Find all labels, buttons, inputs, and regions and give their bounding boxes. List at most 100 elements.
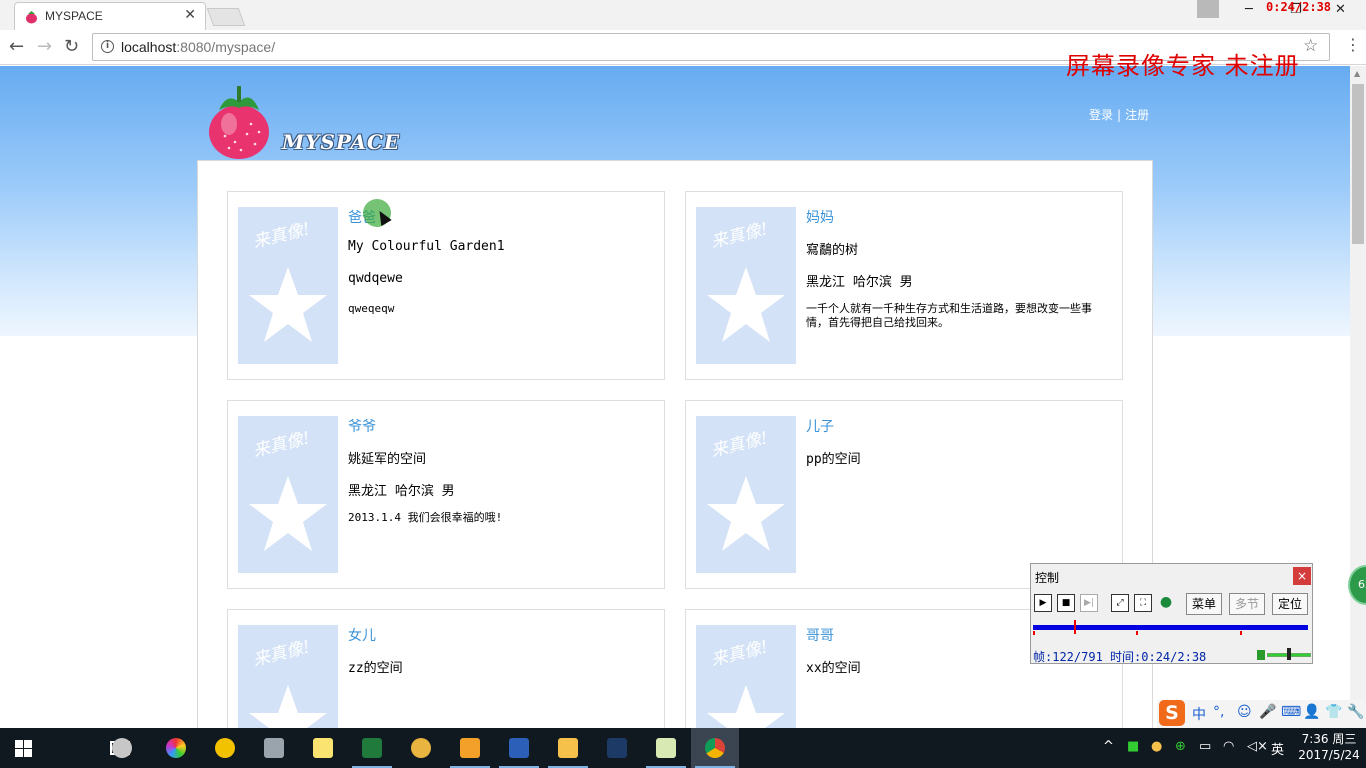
fullscreen-icon[interactable]: ⛶ [1134, 594, 1152, 612]
microphone-icon[interactable]: 🎤 [1259, 704, 1276, 720]
avatar[interactable]: 来真像! [696, 625, 796, 728]
tray-plus-icon[interactable]: ⊕ [1175, 739, 1186, 754]
wrench-icon[interactable]: 🔧 [1347, 704, 1364, 720]
section-mark [1240, 631, 1242, 635]
panel-close-icon[interactable]: × [1293, 567, 1311, 585]
taskbar-app[interactable] [348, 728, 396, 768]
close-window-icon[interactable]: ✕ [1335, 2, 1346, 17]
taskbar-app[interactable] [152, 728, 200, 768]
emoji-icon[interactable]: ☺ [1237, 704, 1252, 720]
page-scrollbar[interactable]: ▲ [1350, 66, 1366, 728]
card-name-link[interactable]: 哥哥 [806, 625, 834, 645]
profile-icon[interactable] [1197, 0, 1219, 18]
card-description: qweqeqw [348, 302, 395, 315]
arrow-right-icon[interactable]: → [37, 36, 52, 57]
chart-app-icon [656, 738, 676, 758]
scroll-up-icon[interactable]: ▲ [1354, 69, 1360, 78]
excel-icon [362, 738, 382, 758]
tray-app-icon[interactable]: ■ [1127, 739, 1139, 754]
qq-app-icon [411, 738, 431, 758]
ime-language[interactable]: 英 [1271, 739, 1284, 758]
tray-qq-icon[interactable]: ● [1151, 739, 1162, 754]
taskbar-app[interactable] [495, 728, 543, 768]
avatar-watermark: 来真像! [709, 219, 771, 253]
card-name-link[interactable]: 妈妈 [806, 207, 834, 227]
site-logo-text[interactable]: MYSPACE [282, 130, 400, 154]
info-icon[interactable]: i [101, 40, 114, 53]
taskbar-app[interactable] [201, 728, 249, 768]
stop-icon[interactable]: ■ [1057, 594, 1075, 612]
tab-close-icon[interactable]: ✕ [184, 7, 196, 23]
battery-icon[interactable]: ▭ [1199, 739, 1211, 754]
step-forward-icon[interactable]: ▶| [1080, 594, 1098, 612]
scroll-thumb[interactable] [1352, 84, 1364, 244]
kebab-menu-icon[interactable]: ⋮ [1345, 35, 1361, 54]
play-icon[interactable]: ▶ [1034, 594, 1052, 612]
playback-position[interactable] [1074, 620, 1076, 634]
taskbar-app[interactable] [642, 728, 690, 768]
keyboard-icon[interactable]: ⌨ [1281, 704, 1301, 720]
start-button[interactable] [0, 728, 48, 768]
reload-icon[interactable]: ↻ [64, 36, 79, 57]
taskbar-app[interactable] [446, 728, 494, 768]
user-icon[interactable]: 👤 [1303, 704, 1320, 720]
strawberry-favicon-icon [26, 11, 37, 24]
user-card: 来真像! 女儿 zz的空间 [227, 609, 665, 728]
star-badge-icon [249, 685, 327, 728]
fit-window-icon[interactable]: ⤢ [1111, 594, 1129, 612]
register-link[interactable]: 注册 [1125, 108, 1149, 122]
avatar[interactable]: 来真像! [238, 207, 338, 364]
task-view-button[interactable] [48, 728, 130, 768]
ime-punct[interactable]: °, [1213, 704, 1224, 720]
browser-tab[interactable]: MYSPACE ✕ [14, 2, 206, 30]
menu-button[interactable]: 菜单 [1186, 593, 1222, 615]
new-tab-button[interactable] [206, 8, 246, 26]
clock-time: 7:36 周三 [1301, 732, 1357, 746]
avatar-watermark: 来真像! [251, 428, 313, 462]
avatar[interactable]: 来真像! [696, 207, 796, 364]
taskbar-app[interactable] [593, 728, 641, 768]
minimize-icon[interactable]: ─ [1245, 2, 1253, 17]
tab-title: MYSPACE [45, 9, 103, 23]
wifi-icon[interactable]: ◠ [1223, 739, 1234, 754]
cursor-mode-icon[interactable]: ● [1157, 594, 1175, 612]
recording-timer: 0:24/2:38 [1266, 0, 1332, 14]
locate-button[interactable]: 定位 [1272, 593, 1308, 615]
avatar[interactable]: 来真像! [238, 416, 338, 573]
tray-chevron-icon[interactable]: ^ [1103, 739, 1114, 754]
speaker-icon[interactable] [1257, 650, 1265, 660]
ime-toolbar: S 中 °, ☺ 🎤 ⌨ 👤 👕 🔧 [1157, 700, 1366, 728]
recorder-control-panel: 控制 × ▶ ■ ▶| ⤢ ⛶ ● 菜单 多节 定位 帧:122/791 时间:… [1030, 563, 1313, 664]
card-name-link[interactable]: 儿子 [806, 416, 834, 436]
auth-separator: | [1117, 108, 1122, 122]
avatar[interactable]: 来真像! [696, 416, 796, 573]
taskbar-app[interactable] [250, 728, 298, 768]
card-name-link[interactable]: 女儿 [348, 625, 376, 645]
chrome-icon [705, 738, 725, 758]
taskbar-app[interactable] [544, 728, 592, 768]
volume-muted-icon[interactable]: ◁× [1247, 739, 1268, 754]
taskbar-app[interactable] [397, 728, 445, 768]
avatar[interactable]: 来真像! [238, 625, 338, 728]
login-link[interactable]: 登录 [1089, 108, 1113, 122]
user-card: 来真像! 爷爷 姚延军的空间 黑龙江 哈尔滨 男 2013.1.4 我们会很幸福… [227, 400, 665, 589]
card-title: pp的空间 [806, 452, 861, 467]
sticky-notes-icon [313, 738, 333, 758]
pinwheel-app-icon [112, 738, 132, 758]
sections-button[interactable]: 多节 [1229, 593, 1265, 615]
taskbar-app[interactable] [299, 728, 347, 768]
star-icon[interactable]: ☆ [1303, 36, 1318, 56]
volume-knob[interactable] [1287, 648, 1291, 660]
avatar-watermark: 来真像! [251, 219, 313, 253]
sogou-logo-icon[interactable]: S [1159, 700, 1185, 726]
url-text[interactable]: localhost:8080/myspace/ [121, 39, 275, 55]
taskbar-app[interactable] [98, 728, 146, 768]
system-clock[interactable]: 7:36 周三 2017/5/24 [1293, 731, 1365, 763]
skin-icon[interactable]: 👕 [1325, 704, 1342, 720]
card-name-link[interactable]: 爷爷 [348, 416, 376, 436]
taskbar-app[interactable] [691, 728, 739, 768]
avatar-watermark: 来真像! [709, 428, 771, 462]
ime-mode[interactable]: 中 [1192, 704, 1206, 724]
arrow-left-icon[interactable]: ← [9, 36, 24, 57]
user-card: 来真像! 妈妈 寫鷸的树 黑龙江 哈尔滨 男 一千个人就有一千种生存方式和生活道… [685, 191, 1123, 380]
